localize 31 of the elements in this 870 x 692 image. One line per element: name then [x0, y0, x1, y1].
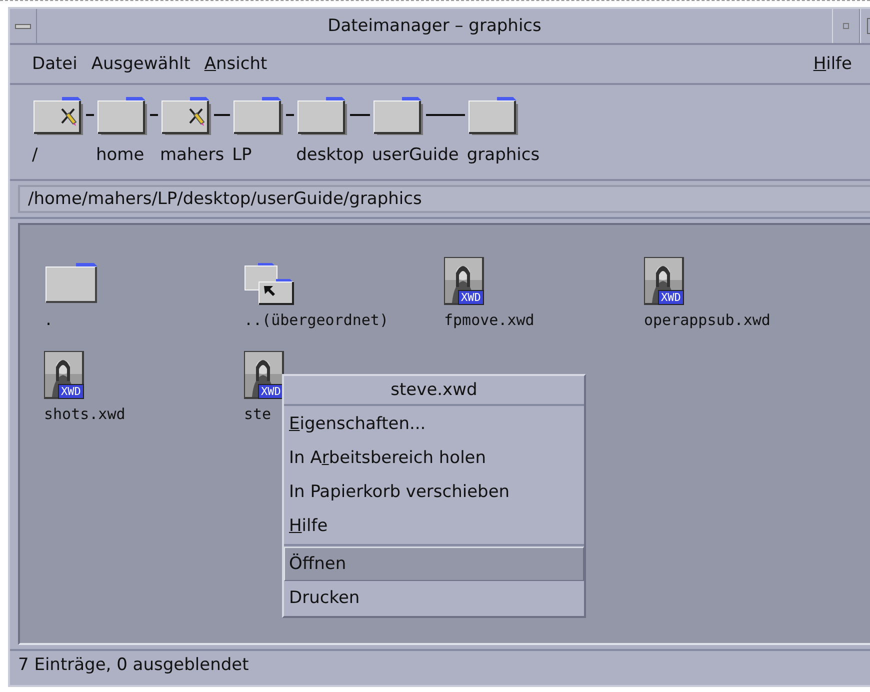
menu-item[interactable]: Drucken [284, 581, 584, 615]
folder-label[interactable]: home [96, 145, 160, 165]
menu-item[interactable]: Hilfe [813, 54, 852, 74]
path-field[interactable]: /home/mahers/LP/desktop/userGuide/graphics [18, 185, 870, 213]
menu-title: steve.xwd [284, 376, 584, 406]
folder-label[interactable]: userGuide [372, 145, 467, 165]
file-name[interactable]: . [44, 311, 54, 329]
menu-item[interactable]: Ansicht [204, 54, 268, 74]
file-type-label: XWD [458, 290, 484, 305]
menu-item[interactable]: Öffnen [284, 547, 584, 581]
folder-label[interactable]: desktop [296, 145, 372, 165]
status-bar: 7 Einträge, 0 ausgeblendet [10, 649, 870, 679]
menu-item[interactable]: Ausgewählt [91, 54, 190, 74]
file-type-label: XWD [58, 384, 84, 399]
folder-label[interactable]: mahers [160, 145, 232, 165]
menu-item[interactable]: Datei [32, 54, 78, 74]
file-name[interactable]: shots.xwd [44, 405, 126, 423]
menu-item[interactable]: Hilfe [284, 509, 584, 543]
folder-label[interactable]: / [32, 145, 96, 165]
file-name[interactable]: ste [244, 405, 272, 423]
folder-label[interactable]: LP [232, 145, 296, 165]
file-name[interactable]: ..(übergeordnet) [244, 311, 388, 329]
menu-item[interactable]: In Arbeitsbereich holen [284, 441, 584, 475]
file-name[interactable]: fpmove.xwd [444, 311, 534, 329]
window-title: Dateimanager – graphics [326, 15, 542, 38]
menu-item[interactable]: Eigenschaften... [284, 407, 584, 441]
file-name[interactable]: operappsub.xwd [644, 311, 770, 329]
file-type-label: XWD [658, 290, 684, 305]
menu-item[interactable]: In Papierkorb verschieben [284, 475, 584, 509]
folder-label[interactable]: graphics [466, 145, 548, 165]
file-type-label: XWD [258, 384, 284, 399]
